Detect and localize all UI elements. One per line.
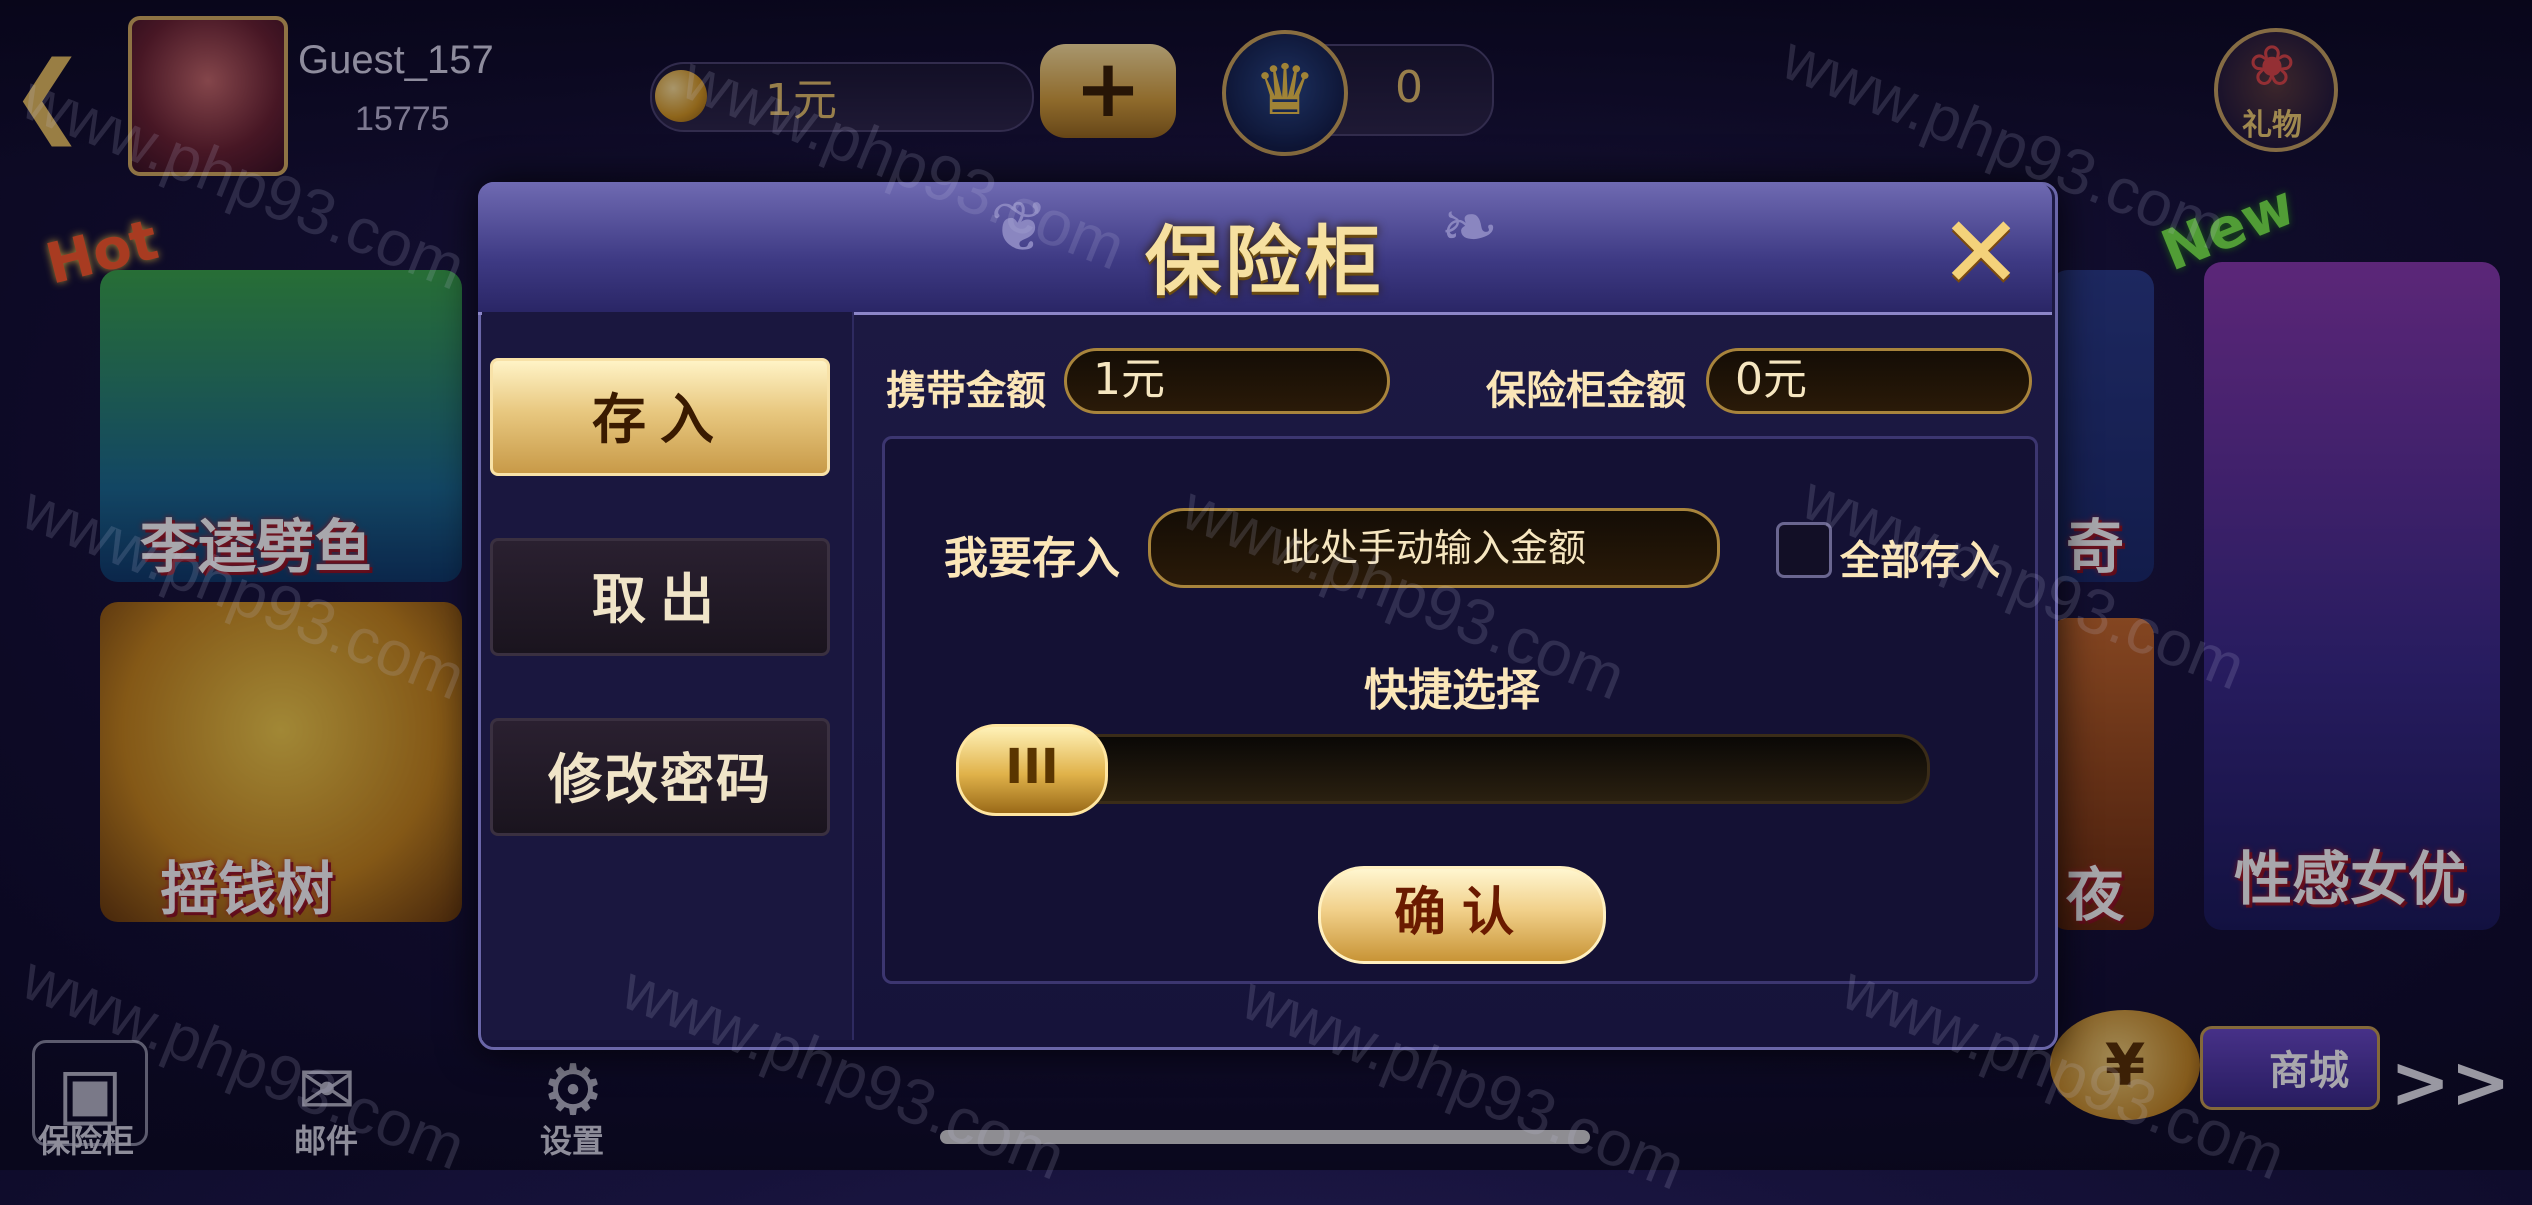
- deposit-amount-label: 我要存入: [944, 533, 1120, 584]
- close-icon[interactable]: ✕: [1938, 203, 2024, 303]
- carry-amount-value: 1元: [1064, 348, 1390, 414]
- safe-amount-label: 保险柜金额: [1486, 368, 1686, 414]
- slider-handle[interactable]: III: [956, 724, 1108, 816]
- carry-amount-label: 携带金额: [886, 368, 1046, 414]
- tab-withdraw[interactable]: 取出: [490, 538, 830, 656]
- confirm-button[interactable]: 确认: [1318, 866, 1606, 964]
- tab-deposit[interactable]: 存入: [490, 358, 830, 476]
- tab-change-password[interactable]: 修改密码: [490, 718, 830, 836]
- safe-amount-value: 0元: [1706, 348, 2032, 414]
